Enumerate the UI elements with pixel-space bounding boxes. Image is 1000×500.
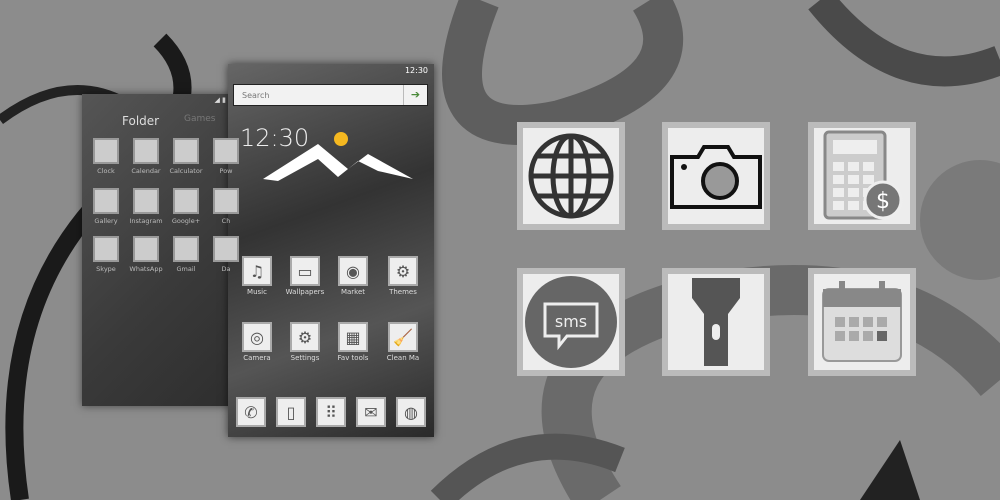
folder-app[interactable]: Ch xyxy=(206,188,246,225)
app-icon: ⚙ xyxy=(290,322,320,352)
svg-text:sms: sms xyxy=(555,312,587,331)
folder-app[interactable]: WhatsApp xyxy=(126,236,166,273)
home-app[interactable]: ◎ Camera xyxy=(231,322,283,362)
app-icon: ▦ xyxy=(338,322,368,352)
app-label: Gmail xyxy=(176,265,196,273)
app-icon xyxy=(133,188,159,214)
phone-home-screen: 12:30 Search ➔ 12:30 xyxy=(228,64,434,437)
sms-icon: sms xyxy=(523,274,619,370)
app-icon xyxy=(93,188,119,214)
app-label: Gallery xyxy=(94,217,118,225)
app-label: Da xyxy=(221,265,231,273)
app-icon xyxy=(173,188,199,214)
featured-globe-tile xyxy=(517,122,625,230)
folder-app[interactable]: Pow xyxy=(206,138,246,175)
calculator-icon: $ xyxy=(814,128,910,224)
app-icon: ◎ xyxy=(242,322,272,352)
app-label: Camera xyxy=(243,354,271,362)
folder-app[interactable]: Calculator xyxy=(166,138,206,175)
folder-app[interactable]: Clock xyxy=(86,138,126,175)
home-app[interactable]: 🧹 Clean Ma xyxy=(377,322,429,362)
app-label: Settings xyxy=(290,354,320,362)
folder-app[interactable]: Instagram xyxy=(126,188,166,225)
app-label: Fav tools xyxy=(337,354,369,362)
app-label: Music xyxy=(247,288,267,296)
app-label: Calculator xyxy=(169,167,203,175)
app-label: Skype xyxy=(96,265,116,273)
arrow-right-icon[interactable]: ➔ xyxy=(403,85,427,105)
app-label: Market xyxy=(340,288,366,296)
app-icon xyxy=(173,138,199,164)
app-icon xyxy=(173,236,199,262)
app-label: Pow xyxy=(219,167,233,175)
search-input[interactable]: Search ➔ xyxy=(233,84,428,106)
app-icon xyxy=(133,236,159,262)
svg-text:$: $ xyxy=(876,189,890,214)
home-app[interactable]: ◉ Market xyxy=(327,256,379,296)
app-icon: ◉ xyxy=(338,256,368,286)
app-label: Themes xyxy=(389,288,417,296)
mountain-icon xyxy=(263,144,413,181)
featured-camera-tile xyxy=(662,122,770,230)
calendar-icon xyxy=(814,274,910,370)
app-icon: ⚙ xyxy=(388,256,418,286)
app-icon xyxy=(93,236,119,262)
app-label: Wallpapers xyxy=(285,288,325,296)
folder-app[interactable]: Gallery xyxy=(86,188,126,225)
featured-sms-tile: sms xyxy=(517,268,625,376)
app-label: Clock xyxy=(97,167,115,175)
home-app[interactable]: ♫ Music xyxy=(231,256,283,296)
folder-app[interactable]: Skype xyxy=(86,236,126,273)
app-icon xyxy=(213,138,239,164)
home-app[interactable]: ▦ Fav tools xyxy=(327,322,379,362)
search-placeholder: Search xyxy=(242,90,270,100)
app-label: Calendar xyxy=(131,167,161,175)
app-label: Ch xyxy=(221,217,231,225)
dock-browser-icon[interactable]: ◍ xyxy=(396,397,426,427)
home-app[interactable]: ▭ Wallpapers xyxy=(279,256,331,296)
app-icon: ♫ xyxy=(242,256,272,286)
home-app[interactable]: ⚙ Settings xyxy=(279,322,331,362)
folder-app[interactable]: Gmail xyxy=(166,236,206,273)
home-app[interactable]: ⚙ Themes xyxy=(377,256,429,296)
featured-calculator-tile: $ xyxy=(808,122,916,230)
status-icons: ◢ ▮ xyxy=(214,96,226,104)
app-icon: ▭ xyxy=(290,256,320,286)
app-icon xyxy=(133,138,159,164)
app-icon xyxy=(213,188,239,214)
dock-contacts-icon[interactable]: ▯ xyxy=(276,397,306,427)
app-label: Google+ xyxy=(171,217,201,225)
app-label: Clean Ma xyxy=(386,354,420,362)
folder-app[interactable]: Calendar xyxy=(126,138,166,175)
app-icon: 🧹 xyxy=(388,322,418,352)
dock-phone-icon[interactable]: ✆ xyxy=(236,397,266,427)
dock-sms-icon[interactable]: ✉ xyxy=(356,397,386,427)
featured-flashlight-tile xyxy=(662,268,770,376)
dock-app-drawer-icon[interactable]: ⠿ xyxy=(316,397,346,427)
folder-title: Folder xyxy=(122,114,160,128)
status-time: 12:30 xyxy=(404,66,428,75)
tab-games[interactable]: Games xyxy=(184,114,215,124)
app-label: WhatsApp xyxy=(129,265,163,273)
app-label: Instagram xyxy=(129,217,163,225)
folder-app[interactable]: Google+ xyxy=(166,188,206,225)
globe-icon xyxy=(523,128,619,224)
camera-icon xyxy=(668,128,764,224)
featured-calendar-tile xyxy=(808,268,916,376)
flashlight-icon xyxy=(668,274,764,370)
app-icon xyxy=(93,138,119,164)
